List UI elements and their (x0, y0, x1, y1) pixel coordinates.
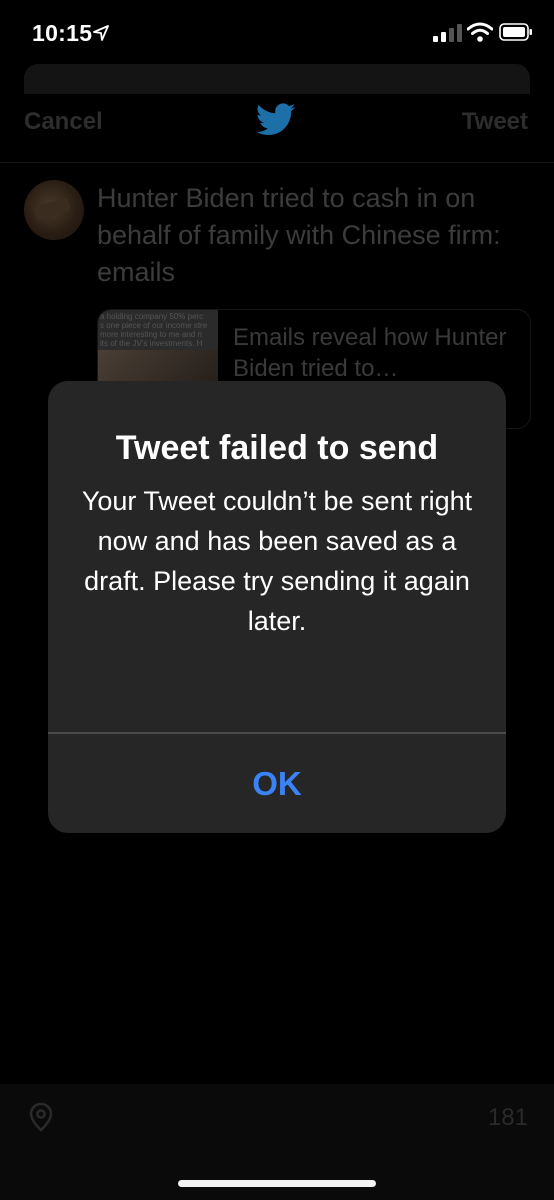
compose-header: Cancel Tweet (0, 94, 554, 163)
tweet-button[interactable]: Tweet (462, 108, 528, 136)
thumbnail-text: a holding company 50% perc s one piece o… (100, 312, 208, 348)
alert-title: Tweet failed to send (115, 429, 439, 467)
alert-dialog: Tweet failed to send Your Tweet couldn’t… (48, 381, 506, 833)
home-indicator[interactable] (178, 1180, 376, 1187)
draft-text[interactable]: Hunter Biden tried to cash in on behalf … (97, 180, 517, 291)
sheet-top (24, 64, 530, 94)
battery-icon (499, 23, 532, 41)
twitter-bird-icon (256, 103, 296, 135)
screen: 10:15 Cancel Tweet Hunter Biden tried to… (0, 0, 554, 1200)
location-arrow-icon (93, 25, 109, 41)
status-bar: 10:15 (0, 0, 554, 64)
link-title: Emails reveal how Hunter Biden tried to… (233, 324, 507, 382)
character-count: 181 (487, 1104, 528, 1131)
wifi-icon (467, 22, 493, 42)
status-time: 10:15 (32, 20, 93, 46)
ok-button[interactable]: OK (48, 734, 506, 833)
alert-message: Your Tweet couldn’t be sent right now an… (81, 486, 473, 636)
cellular-signal-icon (433, 24, 462, 42)
location-pin-icon[interactable] (28, 1102, 54, 1132)
avatar (24, 180, 84, 240)
cancel-button[interactable]: Cancel (24, 108, 103, 136)
